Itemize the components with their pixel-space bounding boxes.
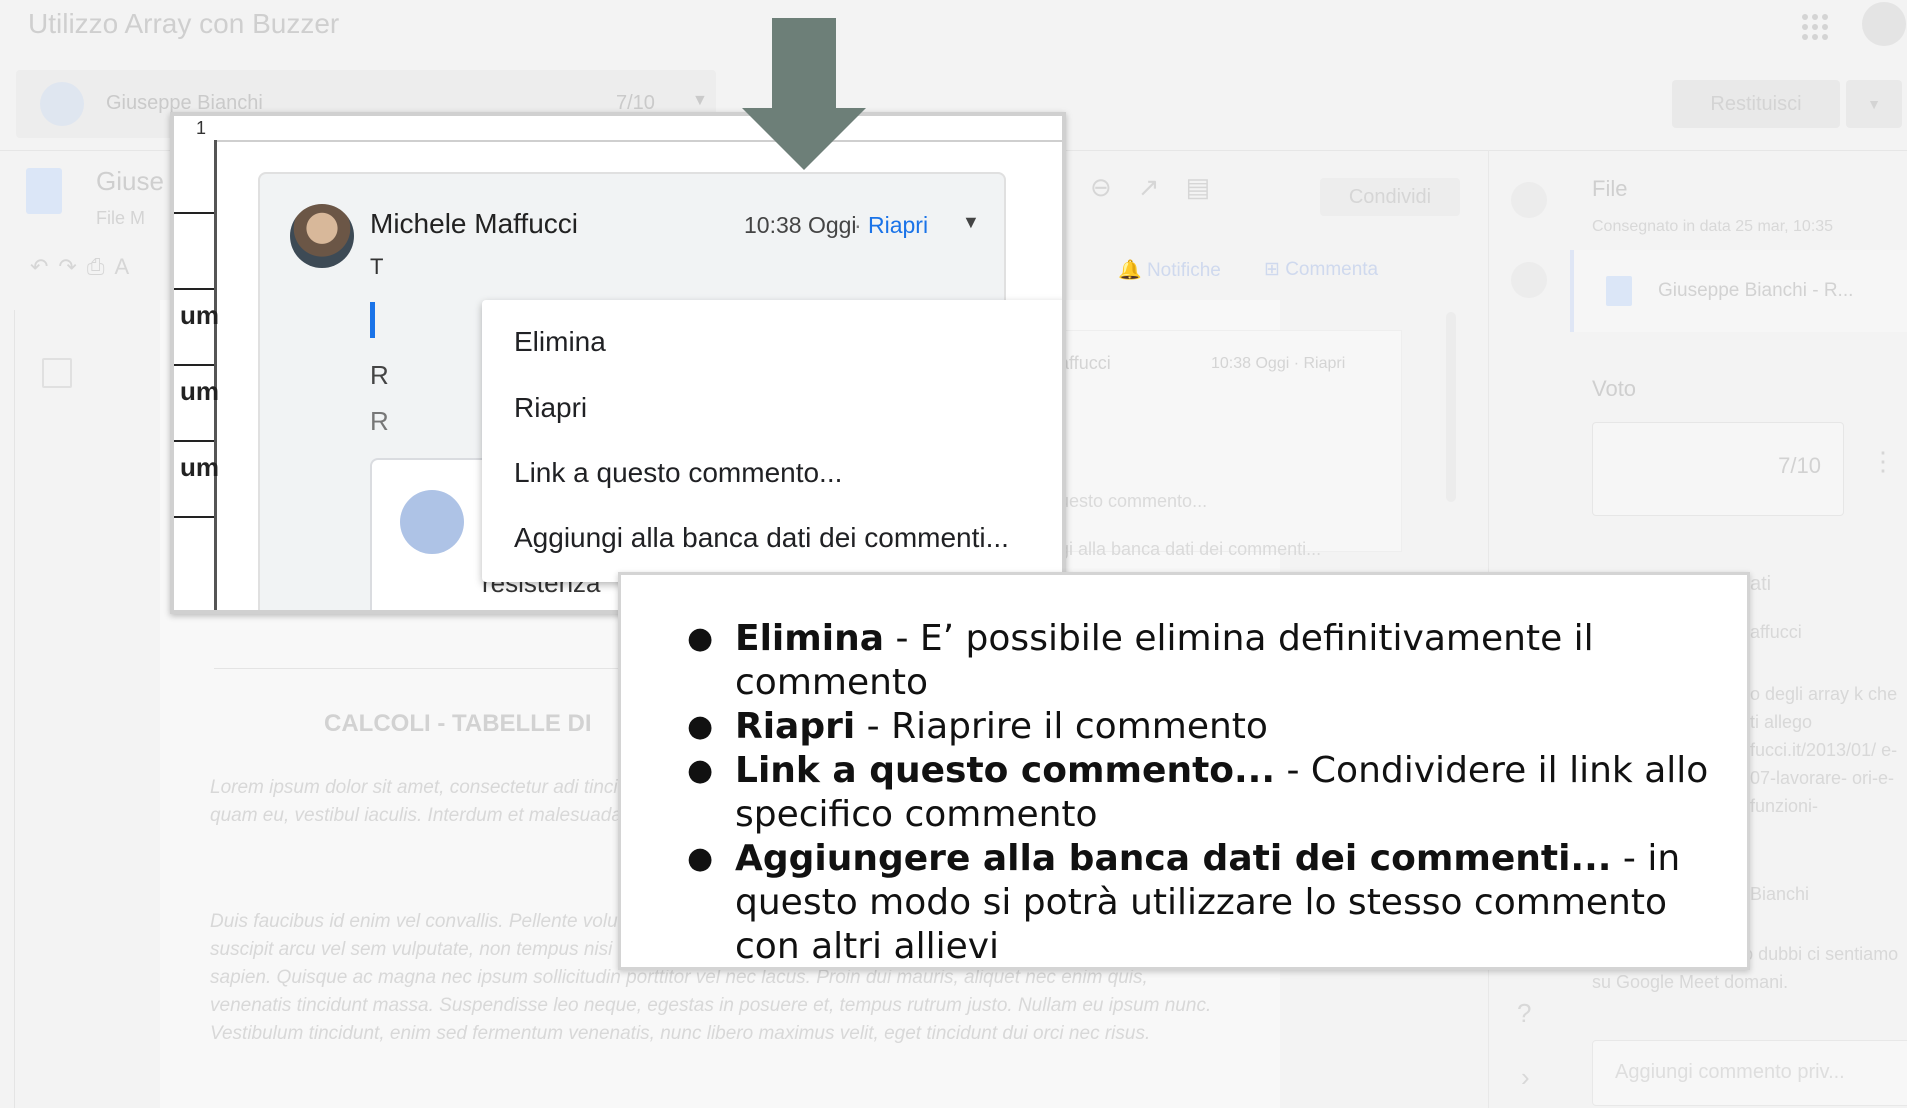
comment-bank-icon[interactable]	[1511, 262, 1547, 298]
comment-options-menu: Elimina Riapri Link a questo commento...…	[482, 300, 1062, 582]
comment-text-partial-1: T	[370, 254, 384, 279]
strip-line	[174, 516, 214, 518]
doc-file-icon	[1606, 276, 1632, 306]
menu-item-reopen[interactable]: Riapri	[514, 392, 587, 424]
student-avatar	[40, 82, 84, 126]
explanation-desc: - Riaprire il commento	[855, 706, 1268, 747]
strip-text: um	[180, 452, 219, 482]
more-vert-icon[interactable]: ⋮	[1870, 446, 1896, 477]
reply-avatar	[400, 490, 464, 554]
comment-time: 10:38 Oggi	[744, 212, 857, 238]
comment-author-avatar	[290, 204, 354, 268]
explanation-term: Aggiungere alla banca dati dei commenti.…	[735, 838, 1612, 879]
explanation-item: ● Link a questo commento... - Condividere…	[687, 750, 1709, 835]
private-comment-placeholder: Aggiungi commento priv...	[1615, 1061, 1845, 1083]
comment-text-partial-2: R	[370, 360, 389, 390]
files-title: File	[1592, 176, 1628, 201]
zoom-tab-number: 1	[196, 118, 207, 138]
explanation-term: Link a questo commento...	[735, 750, 1276, 791]
rubric-icon[interactable]	[1511, 182, 1547, 218]
comment-separator: ·	[854, 212, 862, 238]
share-button[interactable]: Condividi	[1320, 178, 1460, 216]
file-card[interactable]: Giuseppe Bianchi - R...	[1570, 250, 1907, 332]
comment-card[interactable]: Michele Maffucci 10:38 Oggi · Riapri ▼ T…	[258, 172, 1062, 610]
side-fragment-1: ati	[1750, 573, 1772, 595]
side-fragment-2: affucci	[1750, 622, 1802, 642]
explanation-list: ● Elimina - E’ possibile elimina definiti…	[665, 617, 1725, 969]
strip-line	[174, 288, 214, 290]
explanation-item: ● Elimina - E’ possibile elimina definiti…	[687, 618, 1594, 703]
notifications-label: Notifiche	[1146, 260, 1221, 281]
grade-value: 7/10	[1778, 453, 1821, 478]
menu-item-link[interactable]: Link a questo commento...	[514, 457, 842, 489]
account-avatar[interactable]	[1862, 2, 1906, 46]
notifications-button[interactable]: 🔔 Notifiche	[1118, 258, 1221, 282]
explanation-item: ● Aggiungere alla banca dati dei commenti…	[687, 838, 1681, 967]
explanation-item: ● Riapri - Riaprire il commento	[687, 706, 1268, 747]
side-fragment-4: Bianchi	[1750, 884, 1810, 904]
explanation-term: Elimina	[735, 618, 885, 659]
help-icon[interactable]: ?	[1517, 998, 1531, 1029]
explanation-term: Riapri	[735, 706, 856, 747]
bg-comment-line-1: uesto commento...	[1059, 491, 1208, 511]
chevron-down-icon: ▼	[692, 92, 708, 109]
grade-input[interactable]: 7/10	[1592, 422, 1844, 516]
app-title: Utilizzo Array con Buzzer	[28, 8, 340, 39]
bg-comment-author: affucci	[1059, 353, 1111, 373]
strip-text: um	[180, 376, 219, 406]
outline-icon[interactable]	[42, 358, 72, 388]
return-button[interactable]: Restituisci	[1672, 80, 1840, 128]
comments-scrollbar[interactable]	[1446, 312, 1456, 502]
strip-line	[174, 364, 214, 366]
doc-icon	[26, 168, 62, 214]
apps-grid-icon[interactable]	[1802, 14, 1828, 40]
zoom-topbar: 1	[174, 116, 1062, 142]
side-fragment-3: o degli array k che ti allego fucci.it/2…	[1750, 684, 1898, 816]
comment-menu-chevron-icon[interactable]: ▼	[962, 212, 980, 233]
comment-author: Michele Maffucci	[370, 208, 579, 239]
menu-item-delete[interactable]: Elimina	[514, 326, 606, 358]
left-ruler	[0, 310, 15, 1108]
text-cursor-bar	[370, 302, 375, 338]
chevron-right-icon[interactable]: ›	[1521, 1062, 1530, 1093]
strip-line	[174, 212, 214, 214]
files-subtitle: Consegnato in data 25 mar, 10:35	[1592, 218, 1834, 235]
file-name: Giuseppe Bianchi - R...	[1658, 280, 1854, 301]
strip-line	[174, 440, 214, 442]
strip-text: um	[180, 300, 219, 330]
grade-title: Voto	[1592, 376, 1637, 401]
add-comment-label: Commenta	[1285, 259, 1379, 280]
bg-comment-line-2: gi alla banca dati dei commenti...	[1059, 539, 1322, 559]
doc-action-icons[interactable]: ⊖↗▤	[1090, 172, 1236, 203]
doc-heading: CALCOLI - TABELLE DI	[324, 710, 592, 737]
doc-toolbar[interactable]: ↶↷⎙A	[30, 254, 139, 280]
reopen-link[interactable]: Riapri	[868, 212, 928, 239]
zoomed-comment-screenshot: 1 um um um Michele Maffucci 10:38 Oggi ·…	[170, 112, 1066, 614]
bg-comment-time: 10:38 Oggi · Riapri	[1211, 355, 1346, 372]
bg-comment-card: affucci 10:38 Oggi · Riapri uesto commen…	[1040, 330, 1402, 559]
private-comment-input[interactable]: Aggiungi commento priv...	[1592, 1040, 1907, 1106]
doc-menu-bar[interactable]: File M	[96, 208, 145, 229]
return-menu-button[interactable]: ▼	[1846, 80, 1902, 128]
explanation-callout: ● Elimina - E’ possibile elimina definiti…	[618, 572, 1750, 970]
menu-item-comment-bank[interactable]: Aggiungi alla banca dati dei commenti...	[514, 522, 1009, 554]
add-comment-button[interactable]: ⊞ Commenta	[1264, 258, 1378, 281]
zoom-left-strip: um um um	[174, 140, 219, 610]
comment-text-partial-3: R	[370, 406, 389, 436]
doc-title: Giuse	[96, 166, 164, 196]
